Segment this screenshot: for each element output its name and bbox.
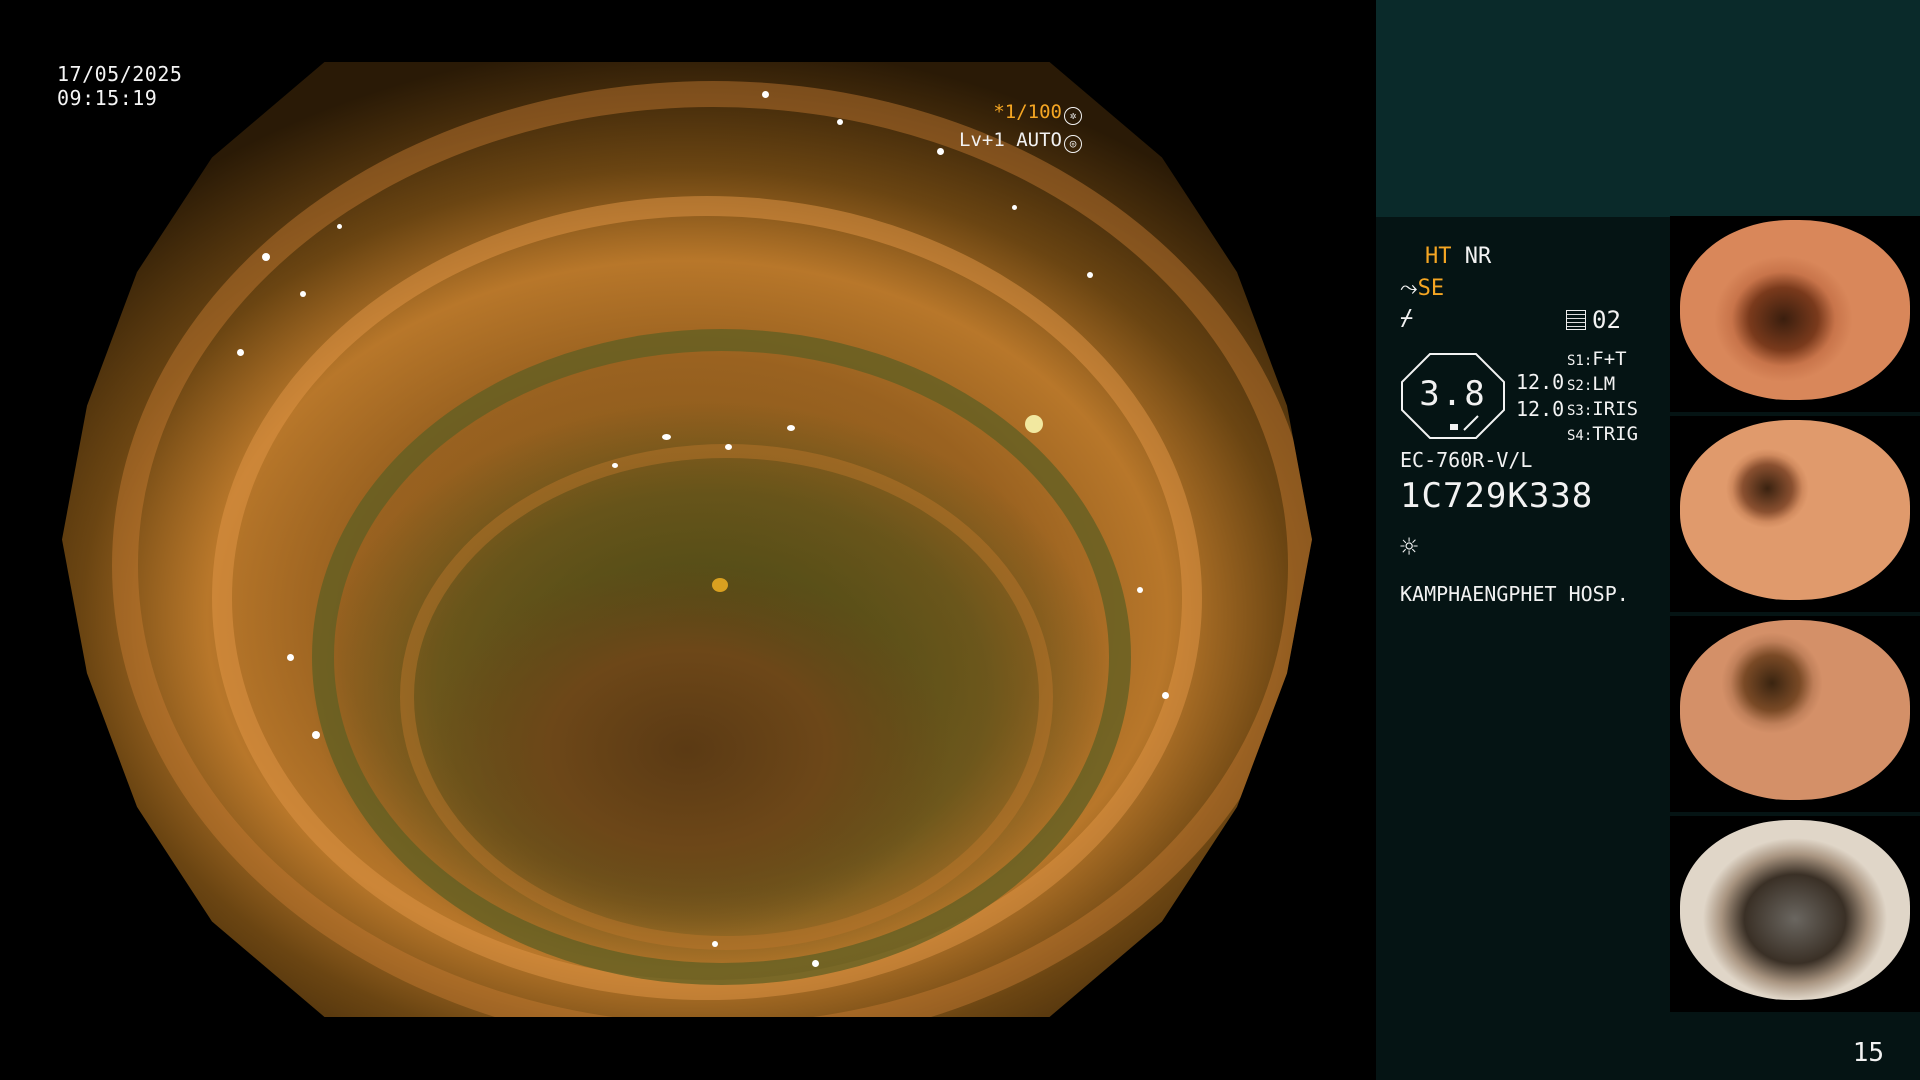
structure-enhance-row: ⤳SE — [1400, 276, 1444, 301]
level-value: Lv+1 AUTO — [959, 129, 1062, 151]
dial-value-1: 12.0 — [1516, 370, 1565, 394]
scope-serial: 1C729K338 — [1400, 476, 1594, 516]
switch-key: S4: — [1567, 428, 1593, 444]
switch-value: F+T — [1592, 348, 1627, 370]
level-row: Lv+1 AUTO ◎ — [959, 126, 1082, 154]
contrast-icon: ⌿ — [1400, 306, 1414, 331]
switch-value: TRIG — [1592, 423, 1639, 445]
main-endoscope-view: 17/05/2025 09:15:19 *1/100 ✲ Lv+1 AUTO ◎ — [0, 0, 1376, 1080]
mode-nr-label: NR — [1464, 244, 1492, 269]
thumbnail-image — [1680, 620, 1910, 800]
endoscope-image — [62, 62, 1312, 1017]
scope-value: 3.8 — [1419, 374, 1487, 414]
shutter-row: *1/100 ✲ — [959, 98, 1082, 126]
thumbnail-image — [1680, 820, 1910, 1000]
switch-key: S3: — [1567, 403, 1593, 419]
scope-model: EC-760R-V/L — [1400, 448, 1533, 472]
hospital-name: KAMPHAENGPHET HOSP. — [1400, 582, 1629, 606]
enhance-icon: ⤳ — [1400, 276, 1418, 301]
thumbnail-2[interactable] — [1670, 416, 1920, 612]
thumbnail-4[interactable] — [1670, 816, 1920, 1012]
switch-row-2: S2:LM — [1567, 373, 1615, 395]
time-label: 09:15:19 — [57, 86, 158, 110]
switch-row-4: S4:TRIG — [1567, 423, 1638, 445]
switch-key: S2: — [1567, 378, 1593, 394]
iris-icon: ◎ — [1064, 135, 1082, 153]
switch-value: LM — [1592, 373, 1616, 395]
switch-key: S1: — [1567, 353, 1593, 369]
dial-value-2: 12.0 — [1516, 397, 1565, 421]
exposure-readout: *1/100 ✲ Lv+1 AUTO ◎ — [959, 98, 1082, 154]
thumbnail-image — [1680, 420, 1910, 600]
panel-header-area — [1376, 0, 1920, 217]
timestamp: 17/05/2025 09:15:19 — [57, 62, 182, 110]
date-label: 17/05/2025 — [57, 62, 183, 86]
memory-value: 02 — [1592, 306, 1621, 334]
page-number: 15 — [1852, 1038, 1884, 1068]
mode-se-label: SE — [1417, 276, 1445, 301]
thumbnail-image — [1680, 220, 1910, 400]
shutter-value: *1/100 — [993, 101, 1062, 123]
mode-ht-label: HT — [1425, 244, 1452, 269]
sun-icon: ☼ — [1400, 530, 1419, 565]
memory-row: 02 — [1566, 306, 1621, 334]
thumbnail-1[interactable] — [1670, 216, 1920, 412]
switch-row-3: S3:IRIS — [1567, 398, 1638, 420]
switch-value: IRIS — [1592, 398, 1639, 420]
switch-row-1: S1:F+T — [1567, 348, 1627, 370]
aperture-icon: ✲ — [1064, 107, 1082, 125]
thumbnail-3[interactable] — [1670, 616, 1920, 812]
mode-row: HT NR — [1425, 244, 1491, 269]
memory-icon — [1566, 310, 1586, 330]
